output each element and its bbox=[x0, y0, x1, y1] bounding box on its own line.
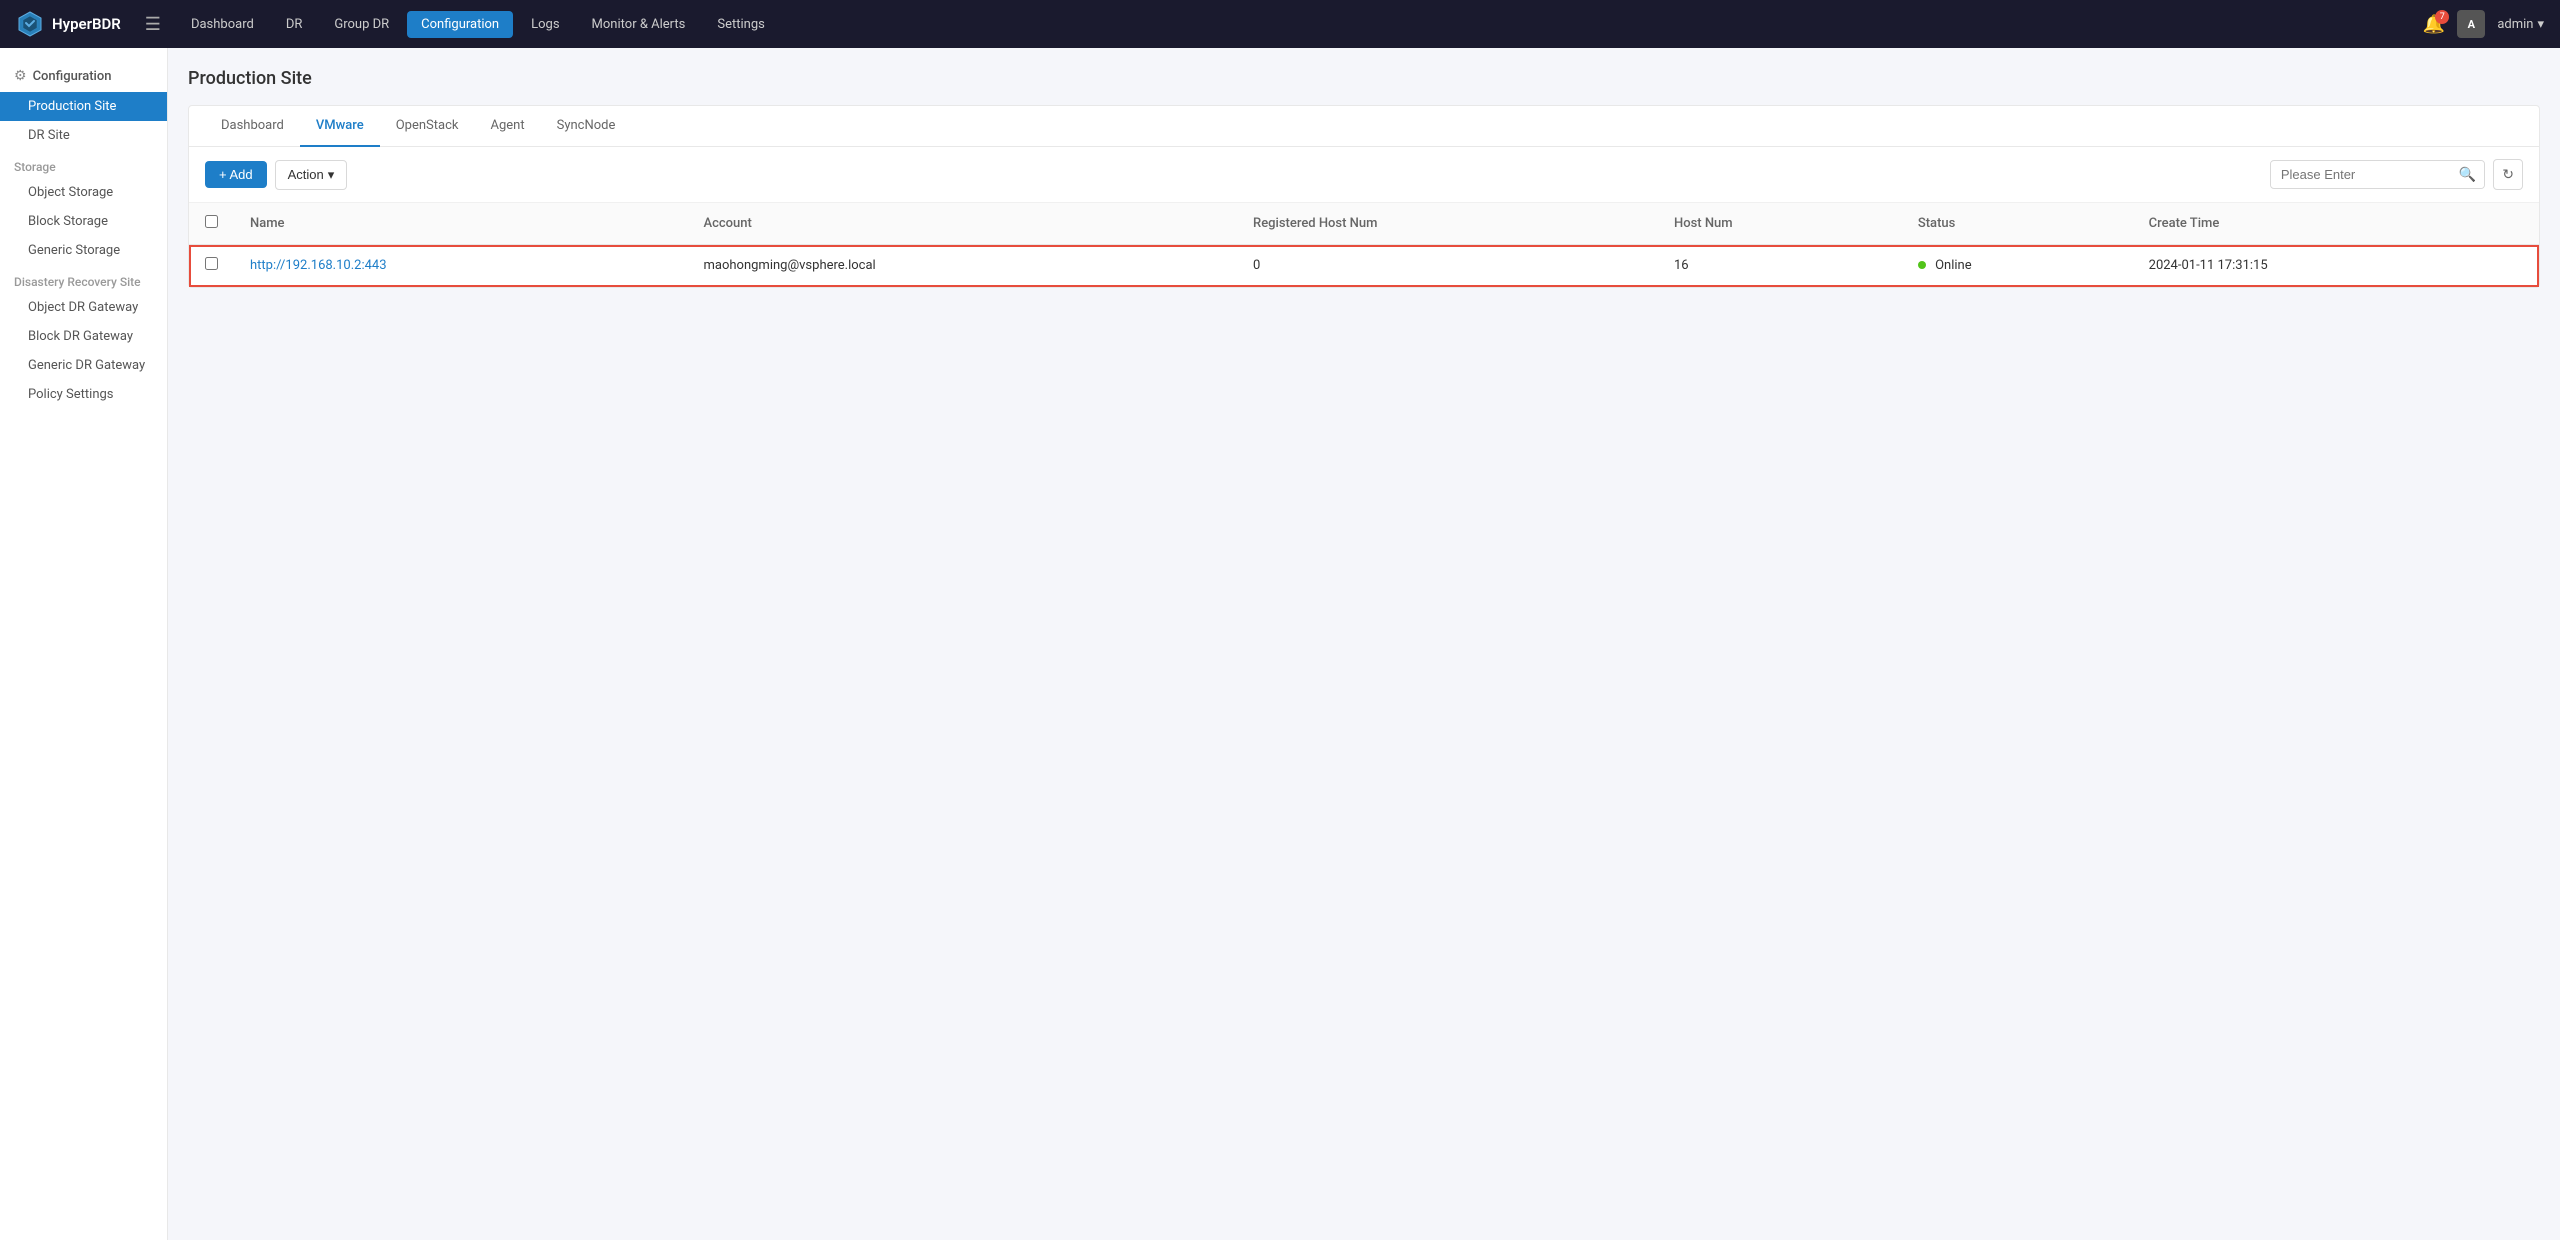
sidebar-item-object-dr-gateway[interactable]: Object DR Gateway bbox=[0, 293, 167, 322]
add-label: + Add bbox=[219, 167, 253, 182]
content-card: Dashboard VMware OpenStack Agent SyncNod… bbox=[188, 105, 2540, 288]
row-checkbox[interactable] bbox=[205, 257, 218, 270]
th-host-num: Host Num bbox=[1658, 203, 1902, 245]
sidebar-item-object-storage[interactable]: Object Storage bbox=[0, 178, 167, 207]
sidebar-item-generic-storage[interactable]: Generic Storage bbox=[0, 236, 167, 265]
user-avatar: A bbox=[2457, 10, 2485, 38]
nav-configuration[interactable]: Configuration bbox=[407, 11, 513, 38]
sidebar-group-storage: Storage bbox=[0, 150, 167, 178]
action-dropdown-icon: ▾ bbox=[328, 167, 335, 183]
sidebar-item-generic-dr-gateway[interactable]: Generic DR Gateway bbox=[0, 351, 167, 380]
tabs: Dashboard VMware OpenStack Agent SyncNod… bbox=[189, 106, 2539, 147]
row-create-time: 2024-01-11 17:31:15 bbox=[2133, 245, 2539, 287]
top-nav: HyperBDR ☰ Dashboard DR Group DR Configu… bbox=[0, 0, 2560, 48]
app-name: HyperBDR bbox=[52, 15, 121, 33]
toolbar: + Add Action ▾ 🔍 ↻ bbox=[189, 147, 2539, 203]
nav-logs[interactable]: Logs bbox=[517, 11, 573, 38]
nav-dr[interactable]: DR bbox=[272, 11, 317, 38]
action-label: Action bbox=[288, 167, 324, 182]
row-checkbox-cell bbox=[189, 245, 234, 287]
main-content: Production Site Dashboard VMware OpenSta… bbox=[168, 48, 2560, 1240]
th-account: Account bbox=[687, 203, 1237, 245]
main-layout: ⚙ Configuration Production Site DR Site … bbox=[0, 48, 2560, 1240]
status-dot bbox=[1918, 261, 1926, 269]
hamburger-icon[interactable]: ☰ bbox=[145, 14, 161, 35]
sidebar-group-dr-site: Disastery Recovery Site bbox=[0, 265, 167, 293]
config-icon: ⚙ bbox=[14, 68, 27, 84]
table-header-row: Name Account Registered Host Num Host Nu… bbox=[189, 203, 2539, 245]
top-nav-right: 🔔 7 A admin ▾ bbox=[2423, 10, 2544, 38]
sidebar-item-block-dr-gateway[interactable]: Block DR Gateway bbox=[0, 322, 167, 351]
tab-agent[interactable]: Agent bbox=[475, 106, 541, 147]
row-name-link[interactable]: http://192.168.10.2:443 bbox=[250, 258, 387, 273]
page-title: Production Site bbox=[188, 68, 2540, 89]
nav-items: Dashboard DR Group DR Configuration Logs… bbox=[177, 11, 2423, 38]
tab-syncnode[interactable]: SyncNode bbox=[541, 106, 632, 147]
sidebar: ⚙ Configuration Production Site DR Site … bbox=[0, 48, 168, 1240]
data-table: Name Account Registered Host Num Host Nu… bbox=[189, 203, 2539, 287]
select-all-checkbox[interactable] bbox=[205, 215, 218, 228]
tab-vmware[interactable]: VMware bbox=[300, 106, 380, 147]
sidebar-item-block-storage[interactable]: Block Storage bbox=[0, 207, 167, 236]
row-host-num: 16 bbox=[1658, 245, 1902, 287]
th-checkbox bbox=[189, 203, 234, 245]
th-registered-host-num: Registered Host Num bbox=[1237, 203, 1658, 245]
th-status: Status bbox=[1902, 203, 2133, 245]
table-body: http://192.168.10.2:443 maohongming@vsph… bbox=[189, 245, 2539, 287]
search-input[interactable] bbox=[2271, 162, 2451, 187]
nav-dashboard[interactable]: Dashboard bbox=[177, 11, 268, 38]
sidebar-item-policy-settings[interactable]: Policy Settings bbox=[0, 380, 167, 409]
row-name: http://192.168.10.2:443 bbox=[234, 245, 687, 287]
row-registered-host-num: 0 bbox=[1237, 245, 1658, 287]
user-info[interactable]: admin ▾ bbox=[2497, 17, 2544, 32]
table-wrap: Name Account Registered Host Num Host Nu… bbox=[189, 203, 2539, 287]
add-button[interactable]: + Add bbox=[205, 161, 267, 188]
search-icon-button[interactable]: 🔍 bbox=[2451, 161, 2484, 188]
tab-openstack[interactable]: OpenStack bbox=[380, 106, 475, 147]
user-name: admin bbox=[2497, 17, 2533, 32]
nav-group-dr[interactable]: Group DR bbox=[320, 11, 403, 38]
action-button[interactable]: Action ▾ bbox=[275, 160, 348, 190]
nav-settings[interactable]: Settings bbox=[703, 11, 778, 38]
user-dropdown-icon: ▾ bbox=[2537, 17, 2544, 32]
app-logo[interactable]: HyperBDR bbox=[16, 10, 121, 38]
tab-dashboard[interactable]: Dashboard bbox=[205, 106, 300, 147]
search-box: 🔍 bbox=[2270, 160, 2485, 189]
sidebar-item-production-site[interactable]: Production Site bbox=[0, 92, 167, 121]
bell-badge: 7 bbox=[2435, 10, 2449, 24]
th-name: Name bbox=[234, 203, 687, 245]
bell-button[interactable]: 🔔 7 bbox=[2423, 14, 2445, 35]
row-status: Online bbox=[1902, 245, 2133, 287]
refresh-button[interactable]: ↻ bbox=[2493, 159, 2523, 190]
row-account: maohongming@vsphere.local bbox=[687, 245, 1237, 287]
table-row: http://192.168.10.2:443 maohongming@vsph… bbox=[189, 245, 2539, 287]
sidebar-item-dr-site[interactable]: DR Site bbox=[0, 121, 167, 150]
nav-monitor-alerts[interactable]: Monitor & Alerts bbox=[578, 11, 700, 38]
th-create-time: Create Time bbox=[2133, 203, 2539, 245]
sidebar-section: ⚙ Configuration bbox=[0, 60, 167, 92]
status-text: Online bbox=[1935, 258, 1972, 273]
sidebar-section-label: Configuration bbox=[33, 69, 112, 84]
